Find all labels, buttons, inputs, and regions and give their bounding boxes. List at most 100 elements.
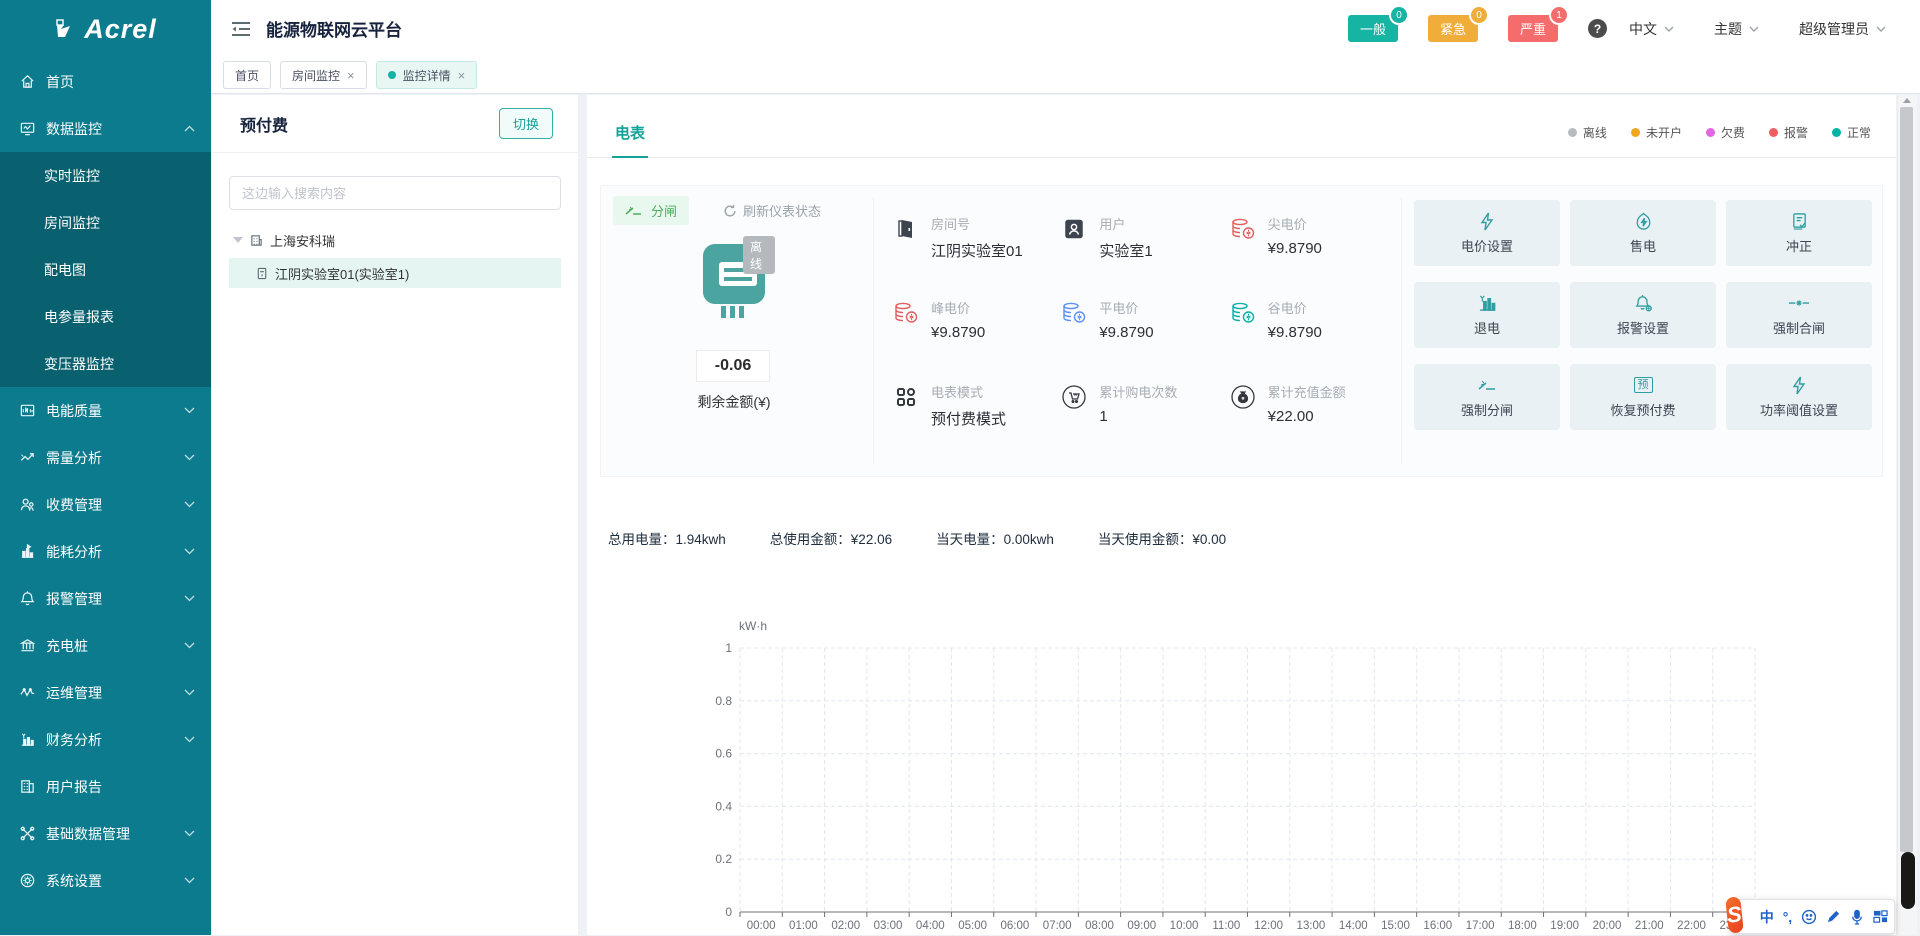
sidebar-item-ops-management[interactable]: 运维管理 — [0, 669, 211, 716]
sidebar-subitem[interactable]: 实时监控 — [0, 152, 211, 199]
sidebar-item-label: 需量分析 — [46, 448, 184, 468]
chevron-up-icon — [184, 125, 195, 132]
sidebar-item-base-data-management[interactable]: 基础数据管理 — [0, 810, 211, 857]
refresh-meter-status[interactable]: 刷新仪表状态 — [723, 201, 821, 220]
restore-prepaid-icon: 预 — [1634, 375, 1653, 395]
moneybag-icon — [1230, 384, 1256, 410]
action-restore-prepaid[interactable]: 预恢复预付费 — [1570, 364, 1716, 430]
sidebar-subitem[interactable]: 配电图 — [0, 246, 211, 293]
alarm-pill-general[interactable]: 一般0 — [1348, 15, 1398, 42]
sidebar-item-label: 能耗分析 — [46, 542, 184, 562]
search-input[interactable] — [230, 186, 560, 201]
sidebar: Acrel 首页数据监控实时监控房间监控配电图电参量报表变压器监控电能质量需量分… — [0, 0, 211, 935]
meter-info-房间号: 房间号江阴实验室01 — [893, 206, 1061, 290]
action-force-close-switch[interactable]: 强制合闸 — [1726, 282, 1872, 348]
svg-text:0.2: 0.2 — [715, 852, 732, 866]
meter-info-累计充值金额: 累计充值金额¥22.00 — [1230, 374, 1398, 458]
sidebar-item-home[interactable]: 首页 — [0, 58, 211, 105]
action-refund-power[interactable]: 退电 — [1414, 282, 1560, 348]
chevron-down-icon — [184, 877, 195, 884]
svg-text:09:00: 09:00 — [1127, 920, 1156, 932]
action-force-open-switch[interactable]: 强制分闸 — [1414, 364, 1560, 430]
report-icon — [19, 778, 36, 795]
meter-info-grid: 房间号江阴实验室01用户实验室1 尖电价¥9.8790 峰电价¥9.8790 平… — [893, 206, 1398, 458]
svg-text:04:00: 04:00 — [916, 920, 945, 932]
tab-监控详情[interactable]: 监控详情× — [376, 61, 478, 89]
legend-dot-icon — [1769, 128, 1778, 137]
sogou-logo[interactable]: S — [1725, 896, 1743, 933]
meter-info-用户: 用户实验室1 — [1061, 206, 1229, 290]
grid-icon[interactable] — [1873, 909, 1888, 924]
legend-dot-icon — [1631, 128, 1640, 137]
refresh-icon — [723, 204, 737, 218]
prepaid-title: 预付费 — [240, 112, 288, 136]
collapse-menu-icon[interactable] — [231, 21, 251, 37]
pen-icon[interactable] — [1826, 909, 1841, 924]
basedata-icon — [19, 825, 36, 842]
sidebar-item-power-quality[interactable]: 电能质量 — [0, 387, 211, 434]
switch-button[interactable]: 切换 — [499, 108, 553, 139]
action-power-threshold[interactable]: 功率阈值设置 — [1726, 364, 1872, 430]
sidebar-subitem[interactable]: 房间监控 — [0, 199, 211, 246]
inner-scrollbar-thumb[interactable] — [1901, 852, 1915, 909]
legend-item-离线: 离线 — [1568, 124, 1607, 141]
sidebar-item-label: 收费管理 — [46, 495, 184, 515]
action-sell-power[interactable]: 售电 — [1570, 200, 1716, 266]
sidebar-item-user-report[interactable]: 用户报告 — [0, 763, 211, 810]
sidebar-submenu: 实时监控房间监控配电图电参量报表变压器监控 — [0, 152, 211, 387]
acrel-logo[interactable]: Acrel — [0, 0, 211, 58]
tree-node-company[interactable]: 上海安科瑞 — [212, 227, 578, 253]
sidebar-subitem[interactable]: 电参量报表 — [0, 293, 211, 340]
close-tab-icon[interactable]: × — [347, 69, 355, 82]
chevron-down-icon — [184, 501, 195, 508]
demand-icon — [19, 449, 36, 466]
sidebar-item-system-settings[interactable]: 系统设置 — [0, 857, 211, 904]
svg-text:03:00: 03:00 — [874, 920, 903, 932]
bolt-icon — [1792, 375, 1806, 395]
tab-首页[interactable]: 首页 — [223, 61, 271, 89]
meter-info-谷电价: 谷电价¥9.8790 — [1230, 290, 1398, 374]
sidebar-subitem[interactable]: 变压器监控 — [0, 340, 211, 387]
sidebar-item-demand-analysis[interactable]: 需量分析 — [0, 434, 211, 481]
sidebar-item-label: 基础数据管理 — [46, 824, 184, 844]
close-tab-icon[interactable]: × — [458, 69, 466, 82]
scrollbar-up-arrow[interactable] — [1903, 98, 1911, 103]
sell-icon — [1635, 211, 1652, 231]
theme-menu[interactable]: 主题 — [1714, 19, 1759, 39]
help-button[interactable]: ? — [1588, 19, 1607, 38]
sidebar-item-finance-analysis[interactable]: 财务分析 — [0, 716, 211, 763]
sidebar-item-alarm-management[interactable]: 报警管理 — [0, 575, 211, 622]
sidebar-item-billing-management[interactable]: 收费管理 — [0, 481, 211, 528]
chevron-down-icon — [1749, 26, 1759, 32]
sidebar-item-data-monitoring[interactable]: 数据监控 — [0, 105, 211, 152]
stat-总使用金额: 总使用金额：¥22.06 — [770, 528, 892, 548]
breaker-state-tag: 分闸 — [613, 196, 689, 225]
tab-meter[interactable]: 电表 — [612, 122, 648, 158]
meter-doc-icon — [256, 267, 268, 280]
legend-item-报警: 报警 — [1769, 124, 1808, 141]
language-menu[interactable]: 中文 — [1629, 19, 1674, 39]
sidebar-item-energy-analysis[interactable]: 能耗分析 — [0, 528, 211, 575]
alarm-pill-critical[interactable]: 严重1 — [1508, 15, 1558, 42]
svg-text:20:00: 20:00 — [1593, 920, 1622, 932]
emoji-icon[interactable] — [1801, 909, 1817, 925]
svg-text:11:00: 11:00 — [1212, 920, 1240, 932]
sidebar-item-label: 财务分析 — [46, 730, 184, 750]
tree-node-room-selected[interactable]: 江阴实验室01(实验室1) — [229, 258, 561, 288]
sidebar-item-charging-pile[interactable]: 充电桩 — [0, 622, 211, 669]
tab-房间监控[interactable]: 房间监控× — [280, 61, 367, 89]
scrollbar-thumb[interactable] — [1900, 107, 1913, 852]
user-menu[interactable]: 超级管理员 — [1799, 19, 1886, 39]
open-switch-icon — [625, 205, 643, 217]
ime-punctuation-icon[interactable]: °, — [1783, 909, 1793, 925]
divider — [873, 198, 874, 464]
meter-info-平电价: 平电价¥9.8790 — [1061, 290, 1229, 374]
mic-icon[interactable] — [1850, 909, 1864, 925]
alarm-pill-urgent[interactable]: 紧急0 — [1428, 15, 1478, 42]
action-reversal[interactable]: 冲正 — [1726, 200, 1872, 266]
action-price-setting[interactable]: 电价设置 — [1414, 200, 1560, 266]
legend-item-欠费: 欠费 — [1706, 124, 1745, 141]
open-switch-icon — [1477, 375, 1497, 395]
ime-language-toggle[interactable]: 中 — [1760, 907, 1774, 927]
action-alarm-setting[interactable]: 报警设置 — [1570, 282, 1716, 348]
